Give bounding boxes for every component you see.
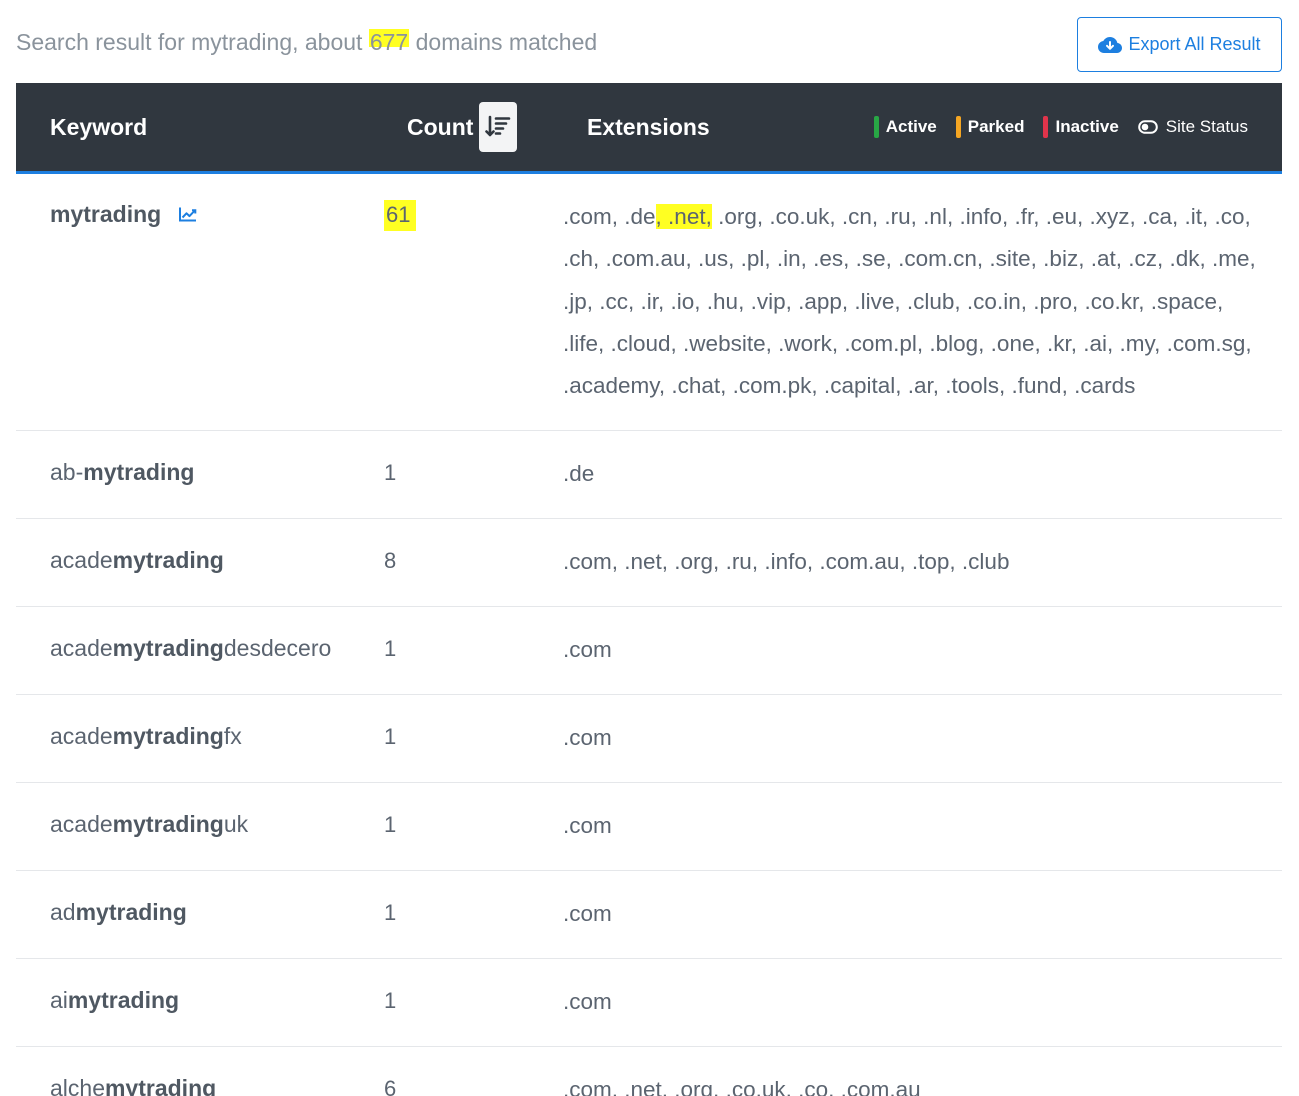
table-row: alchemytrading 6 .com, .net, .org, .co.u… — [16, 1047, 1282, 1096]
count-cell: 61 — [384, 200, 417, 231]
column-header-extensions: Extensions — [587, 113, 710, 140]
keyword-cell[interactable]: academytradingfx — [50, 723, 242, 750]
cloud-download-icon — [1098, 36, 1123, 53]
extensions-cell: .com, .net, .org, .co.uk, .co, .com.au — [563, 1077, 921, 1096]
sort-button[interactable] — [479, 102, 518, 152]
count-cell: 1 — [384, 724, 397, 749]
legend-active[interactable]: Active — [873, 116, 937, 138]
keyword-prefix: acade — [50, 635, 113, 661]
extensions-cell: .com — [563, 901, 612, 926]
legend-parked-label: Parked — [967, 117, 1025, 136]
keyword-match: mytrading — [112, 547, 224, 573]
column-header-count[interactable]: Count — [407, 83, 518, 171]
count-cell: 1 — [384, 900, 397, 925]
keyword-match: mytrading — [67, 987, 180, 1013]
keyword-suffix: fx — [223, 723, 242, 749]
extensions-cell: .com, .net, .org, .ru, .info, .com.au, .… — [563, 549, 1010, 574]
status-legend: Active Parked Inactive Site Status — [873, 83, 1248, 171]
extensions-text-rest: .org, .co.uk, .cn, .ru, .nl, .info, .fr,… — [563, 204, 1256, 399]
table-row: academytrading 8 .com, .net, .org, .ru, … — [16, 519, 1282, 607]
sort-descending-icon — [485, 115, 511, 137]
keyword-prefix: alche — [50, 1075, 105, 1096]
keyword-cell[interactable]: ab-mytrading — [50, 459, 194, 486]
summary-count: 677 — [368, 29, 410, 55]
toggle-icon — [1137, 120, 1158, 134]
table-row: academytradinguk 1 .com — [16, 783, 1282, 871]
keyword-prefix: ad — [50, 899, 76, 925]
keyword-cell[interactable]: alchemytrading — [50, 1075, 216, 1096]
keyword-prefix: acade — [50, 811, 113, 837]
extensions-cell: .com — [563, 725, 612, 750]
keyword-suffix: desdecero — [223, 635, 332, 661]
count-cell: 1 — [384, 636, 397, 661]
count-cell: 1 — [384, 812, 397, 837]
extensions-cell: .com — [563, 813, 612, 838]
count-cell: 8 — [384, 548, 397, 573]
site-status-toggle[interactable]: Site Status — [1137, 117, 1248, 137]
trend-chart-icon[interactable] — [178, 206, 198, 222]
keyword-match: mytrading — [112, 635, 224, 661]
legend-active-label: Active — [885, 117, 937, 136]
extensions-text: .com, .de — [563, 204, 656, 229]
export-button-label: Export All Result — [1128, 34, 1261, 54]
results-toolbar: Search result for mytrading, about 677 d… — [16, 0, 1282, 83]
keyword-match: mytrading — [112, 811, 224, 837]
keyword-match: mytrading — [112, 723, 224, 749]
table-row: academytradingdesdecero 1 .com — [16, 607, 1282, 695]
active-color-bar — [873, 116, 879, 138]
inactive-color-bar — [1043, 116, 1049, 138]
count-header-label: Count — [407, 113, 474, 140]
table-row: aimytrading 1 .com — [16, 959, 1282, 1047]
legend-parked[interactable]: Parked — [955, 116, 1025, 138]
results-table-body: mytrading 61 .com, .de, .net, .org, .co.… — [16, 174, 1282, 1096]
table-header: Keyword Count Extensions Active Parked I… — [16, 83, 1282, 174]
table-row: admytrading 1 .com — [16, 871, 1282, 959]
keyword-prefix: ai — [50, 987, 68, 1013]
column-header-keyword[interactable]: Keyword — [50, 83, 147, 171]
extensions-cell: .com — [563, 637, 612, 662]
keyword-cell[interactable]: academytradingdesdecero — [50, 635, 331, 662]
keyword-match: mytrading — [75, 899, 187, 925]
results-summary: Search result for mytrading, about 677 d… — [16, 29, 597, 56]
keyword-match: mytrading — [104, 1075, 217, 1096]
summary-suffix: domains matched — [409, 29, 598, 55]
keyword-suffix: uk — [223, 811, 249, 837]
summary-prefix: Search result for mytrading, about — [16, 29, 369, 55]
count-cell: 1 — [384, 460, 397, 485]
count-cell: 1 — [384, 988, 397, 1013]
keyword-cell[interactable]: academytrading — [50, 547, 224, 574]
keyword-cell[interactable]: aimytrading — [50, 987, 179, 1014]
site-status-label: Site Status — [1165, 117, 1248, 136]
extensions-highlight: , .net, — [655, 204, 712, 229]
table-row: academytradingfx 1 .com — [16, 695, 1282, 783]
keyword-cell[interactable]: academytradinguk — [50, 811, 248, 838]
keyword-cell[interactable]: admytrading — [50, 899, 187, 926]
extensions-cell: .de — [563, 461, 595, 486]
extensions-cell: .com, .de, .net, .org, .co.uk, .cn, .ru,… — [563, 196, 1268, 407]
keyword-prefix: ab- — [50, 459, 84, 485]
keyword-match: mytrading — [83, 459, 195, 485]
table-row: ab-mytrading 1 .de — [16, 431, 1282, 519]
table-row: mytrading 61 .com, .de, .net, .org, .co.… — [16, 174, 1282, 431]
keyword-prefix: acade — [50, 723, 113, 749]
keyword-cell[interactable]: mytrading — [50, 201, 198, 228]
count-value: 61 — [384, 200, 417, 231]
parked-color-bar — [955, 116, 961, 138]
keyword-match: mytrading — [50, 201, 162, 227]
keyword-prefix: acade — [50, 547, 113, 573]
count-cell: 6 — [384, 1076, 397, 1096]
legend-inactive[interactable]: Inactive — [1043, 116, 1119, 138]
export-all-button[interactable]: Export All Result — [1077, 17, 1282, 72]
legend-inactive-label: Inactive — [1055, 117, 1119, 136]
extensions-cell: .com — [563, 989, 612, 1014]
